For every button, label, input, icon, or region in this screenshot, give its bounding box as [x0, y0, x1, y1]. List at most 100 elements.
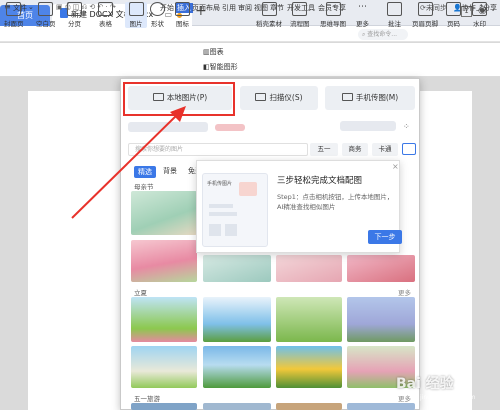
baidu-watermark: Bai 经验 — [396, 376, 454, 392]
menu-references[interactable]: 引用 — [222, 3, 236, 13]
ribbon-picture[interactable]: 图片 — [125, 2, 147, 28]
chip-business[interactable]: 商务 — [342, 143, 368, 156]
ribbon-smartart-label: 智能图形 — [209, 63, 238, 71]
material-icon — [261, 2, 277, 16]
ribbon-shape-label: 形状 — [151, 20, 164, 28]
close-icon[interactable]: × — [392, 162, 399, 171]
placeholder-box — [209, 224, 221, 236]
ribbon-shape[interactable]: 形状 — [150, 2, 165, 28]
thumb-summer-7[interactable] — [276, 346, 342, 388]
thumb-travel-1[interactable] — [131, 403, 197, 410]
highlight-box — [123, 82, 235, 116]
ribbon-chart-label: 图表 — [209, 48, 224, 56]
section-mothers-day: 母亲节 — [134, 183, 154, 191]
grid-view-icon[interactable]: ⁘ — [403, 122, 410, 131]
ribbon-flowchart[interactable]: 流程图 — [290, 2, 310, 28]
chip-may-day[interactable]: 五一 — [310, 143, 338, 156]
thumb-summer-4[interactable] — [347, 297, 415, 342]
ribbon-page-number-label: 页码 — [447, 20, 460, 28]
thumb-mothers-1[interactable] — [131, 191, 197, 235]
thumb-summer-3[interactable] — [276, 297, 342, 342]
section-may-day-travel: 五一旅游 — [134, 395, 160, 403]
camera-illustration-icon — [239, 182, 257, 196]
ribbon-page-number[interactable]: 页码 — [446, 2, 461, 28]
ribbon-blank-page[interactable]: 空白页 — [36, 2, 56, 28]
ribbon-more[interactable]: ⋯ 更多 — [355, 2, 370, 28]
thumb-mothers-3[interactable] — [203, 255, 271, 282]
ribbon-toolbar — [0, 43, 500, 77]
tip-illustration: 手机传图片 — [202, 173, 268, 247]
placeholder-line — [209, 204, 233, 208]
scanner-icon — [255, 93, 267, 101]
chip-cartoon[interactable]: 卡通 — [372, 143, 398, 156]
more-summer-link[interactable]: 更多 — [398, 287, 411, 297]
thumb-travel-2[interactable] — [203, 403, 271, 410]
header-footer-icon — [417, 2, 433, 16]
placeholder-line — [209, 212, 237, 216]
ribbon-header-footer[interactable]: 页眉页脚 — [412, 2, 438, 28]
thumb-mothers-2[interactable] — [131, 240, 197, 282]
tip-text: Step1：点击相机按钮，上传本地图片，AI精准查找相似图片 — [277, 193, 394, 211]
picture-search-input[interactable]: 搜索你想要的图片 — [128, 143, 308, 156]
ribbon-icons[interactable]: 图标 — [175, 2, 190, 28]
ribbon-cover-label: 封面页 — [4, 20, 24, 28]
thumb-summer-1[interactable] — [131, 297, 197, 342]
picture-icon — [128, 2, 144, 16]
baidu-watermark-url: jingyan.baidu.com — [420, 394, 476, 401]
comment-icon — [387, 2, 402, 16]
thumb-summer-5[interactable] — [131, 346, 197, 388]
cover-page-icon — [6, 2, 22, 16]
ribbon-blank-page-label: 空白页 — [36, 20, 56, 28]
scanner-label: 扫描仪(S) — [269, 93, 303, 102]
thumb-travel-4[interactable] — [347, 403, 415, 410]
more-icon: ⋯ — [358, 2, 367, 12]
scanner-button[interactable]: 扫描仪(S) — [240, 86, 318, 110]
phone-upload-button[interactable]: 手机传图(M) — [325, 86, 415, 110]
blurred-banner-right — [340, 121, 396, 131]
thumb-mothers-5[interactable] — [347, 255, 415, 282]
mindmap-icon — [325, 2, 341, 16]
ribbon-smartart[interactable]: ◧智能图形 — [203, 62, 238, 72]
ribbon-chart[interactable]: ▥图表 — [203, 47, 224, 57]
ribbon-table-label: 表格 — [99, 20, 112, 28]
blurred-banner — [128, 122, 208, 132]
menu-review[interactable]: 审阅 — [238, 3, 252, 13]
category-featured[interactable]: 精选 — [134, 166, 156, 178]
ribbon-watermark[interactable]: 水印 — [472, 2, 487, 28]
chevron-down-icon[interactable]: ⌄ — [28, 3, 34, 11]
command-search[interactable]: ⌕ 查找命令... — [358, 29, 408, 40]
ribbon-comment[interactable]: 批注 — [387, 2, 402, 28]
tip-title: 三步轻松完成文档配图 — [277, 176, 363, 186]
icons-icon — [175, 2, 190, 16]
thumb-mothers-4[interactable] — [276, 255, 342, 282]
thumb-summer-6[interactable] — [203, 346, 271, 388]
shape-icon — [150, 2, 165, 16]
table-icon — [98, 2, 113, 16]
blank-page-icon — [38, 2, 54, 16]
page-number-icon — [446, 2, 461, 16]
section-summer: 立夏 — [134, 289, 147, 297]
thumb-travel-3[interactable] — [276, 403, 342, 410]
thumb-summer-2[interactable] — [203, 297, 271, 342]
ribbon-mindmap[interactable]: 思维导图 — [320, 2, 346, 28]
ribbon-icons-label: 图标 — [176, 20, 189, 28]
more-travel-link[interactable]: 更多 — [398, 393, 411, 403]
ribbon-table[interactable]: 表格 — [98, 2, 113, 28]
ribbon-picture-label: 图片 — [129, 20, 143, 28]
ribbon-watermark-label: 水印 — [473, 20, 486, 28]
ribbon-page-break-label: 分页 — [68, 20, 81, 28]
blurred-badge — [215, 124, 245, 131]
ribbon-docer-material[interactable]: 稻壳素材 — [256, 2, 282, 28]
menu-page-layout[interactable]: 页面布局 — [192, 3, 220, 13]
ribbon-header-footer-label: 页眉页脚 — [412, 20, 438, 28]
next-step-button[interactable]: 下一步 — [368, 230, 402, 244]
watermark-icon — [472, 2, 487, 16]
ribbon-cover[interactable]: 封面页 — [4, 2, 24, 28]
camera-search-icon[interactable] — [402, 143, 416, 155]
placeholder-box — [225, 224, 237, 236]
ribbon-comment-label: 批注 — [388, 20, 401, 28]
category-background[interactable]: 背景 — [163, 166, 177, 176]
menu-bar — [0, 26, 500, 42]
ribbon-mindmap-label: 思维导图 — [320, 20, 346, 28]
ribbon-page-break[interactable]: 分页 — [67, 2, 82, 28]
